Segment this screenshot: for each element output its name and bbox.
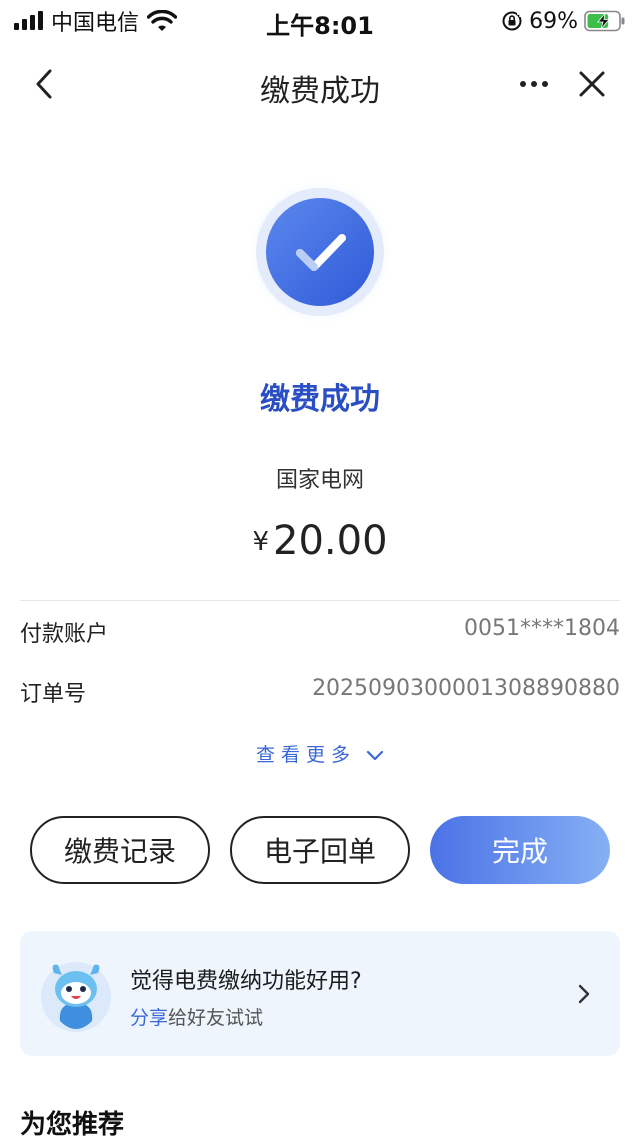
rotation-lock-icon — [502, 11, 522, 31]
chevron-down-icon — [366, 750, 384, 760]
e-receipt-button[interactable]: 电子回单 — [230, 816, 410, 884]
detail-label: 付款账户 — [20, 622, 109, 647]
detail-row-order-number: 订单号 2025090300001308890880 — [20, 670, 620, 710]
share-card-title: 觉得电费缴纳功能好用? — [130, 969, 362, 994]
payment-records-button[interactable]: 缴费记录 — [30, 816, 210, 884]
share-card-subtitle-rest: 给好友试试 — [168, 1007, 264, 1029]
close-icon — [579, 71, 605, 97]
currency-symbol: ¥ — [252, 527, 270, 557]
navigation-bar: 缴费成功 — [0, 44, 640, 126]
share-card[interactable]: 觉得电费缴纳功能好用? 分享给好友试试 — [20, 931, 620, 1056]
more-options-button[interactable] — [510, 66, 558, 102]
merchant-name: 国家电网 — [275, 468, 364, 493]
share-link-text[interactable]: 分享 — [130, 1007, 168, 1029]
battery-charging-icon — [584, 10, 625, 32]
detail-value: 2025090300001308890880 — [312, 676, 620, 701]
divider — [20, 600, 620, 601]
done-button[interactable]: 完成 — [430, 816, 610, 884]
view-more-link[interactable]: 查看更多 — [0, 740, 640, 767]
status-bar: 中国电信 上午8:01 69% — [0, 0, 640, 42]
success-title: 缴费成功 — [260, 382, 380, 417]
recommend-section-title: 为您推荐 — [20, 1110, 125, 1136]
amount-value: 20.00 — [273, 518, 388, 564]
detail-row-payment-account: 付款账户 0051****1804 — [20, 610, 620, 650]
status-bar-right: 69% — [501, 6, 626, 36]
share-card-subtitle: 分享给好友试试 — [130, 1003, 263, 1030]
detail-value: 0051****1804 — [464, 616, 620, 641]
detail-label: 订单号 — [20, 682, 87, 707]
app-screen: 中国电信 上午8:01 69% 缴费成功 缴费成功 国家电网 ¥ 20.00 付… — [0, 0, 640, 1136]
payment-amount: ¥20.00 — [0, 518, 640, 564]
mascot-avatar — [41, 962, 111, 1032]
chevron-right-icon — [578, 984, 590, 1004]
more-dots-icon — [520, 81, 526, 87]
battery-percent: 69% — [529, 8, 578, 34]
close-button[interactable] — [572, 64, 612, 104]
view-more-label: 查看更多 — [255, 744, 356, 766]
check-circle-icon — [246, 178, 394, 326]
